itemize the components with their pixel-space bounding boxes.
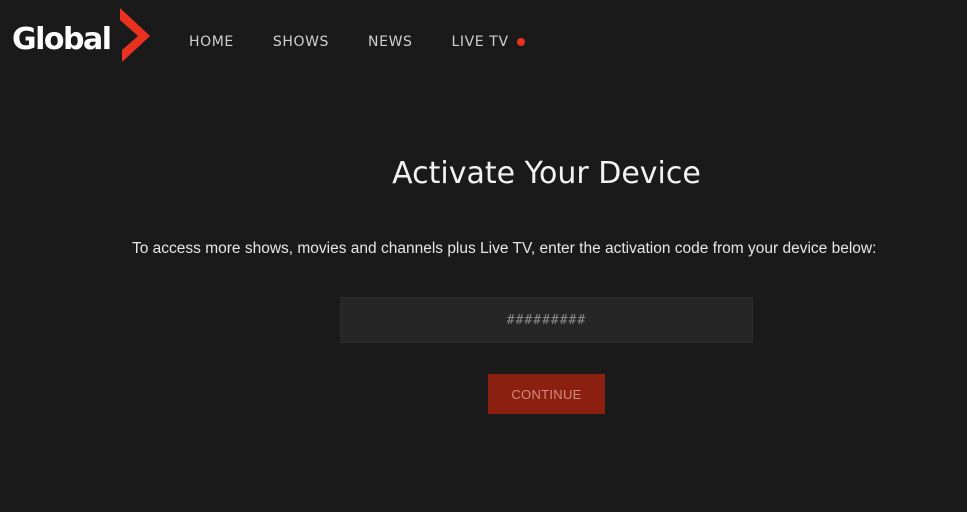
nav-live-tv[interactable]: LIVE TV (452, 33, 525, 51)
nav-home[interactable]: HOME (189, 33, 234, 51)
activation-code-input[interactable] (340, 297, 753, 343)
logo-wordmark: Global (12, 22, 112, 57)
page-title: Activate Your Device (392, 156, 701, 191)
main-nav: HOME SHOWS NEWS LIVE TV (189, 33, 564, 51)
nav-shows-label: SHOWS (272, 34, 330, 50)
instructions-text: To access more shows, movies and channel… (132, 240, 877, 257)
nav-news-label: NEWS (368, 34, 413, 50)
nav-home-label: HOME (189, 34, 234, 50)
global-logo[interactable]: Global (12, 6, 152, 62)
chevron-right-icon (120, 8, 150, 62)
nav-live-tv-label: LIVE TV (451, 34, 509, 50)
continue-button[interactable]: CONTINUE (488, 374, 605, 414)
live-dot-icon (516, 38, 525, 46)
nav-news[interactable]: NEWS (368, 33, 412, 51)
nav-shows[interactable]: SHOWS (273, 33, 329, 51)
site-header: Global HOME SHOWS NEWS LIVE TV (0, 0, 967, 80)
